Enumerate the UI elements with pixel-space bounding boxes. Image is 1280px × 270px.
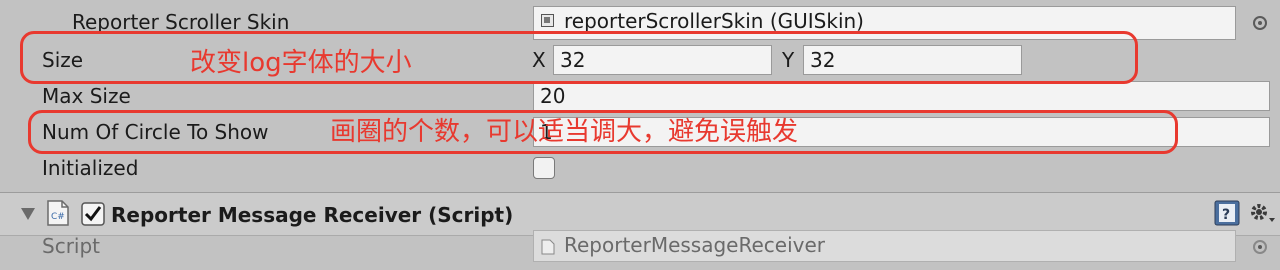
svg-text:C#: C#: [51, 212, 65, 222]
reporter-scroller-skin-value: reporterScrollerSkin (GUISkin): [564, 9, 864, 33]
script-picker-icon: [1253, 240, 1267, 254]
svg-text:?: ?: [1222, 207, 1230, 223]
initialized-checkbox[interactable]: [533, 157, 555, 179]
script-file-icon: [541, 239, 555, 255]
max-size-label: Max Size: [42, 84, 131, 108]
csharp-script-icon: C#: [47, 200, 69, 226]
object-picker-icon[interactable]: [1253, 16, 1267, 30]
script-field: ReporterMessageReceiver: [533, 230, 1236, 262]
component-enabled-checkbox[interactable]: [81, 202, 105, 226]
script-value: ReporterMessageReceiver: [564, 233, 826, 257]
foldout-triangle-icon[interactable]: [20, 207, 36, 221]
guiskin-icon: [541, 14, 554, 27]
script-label: Script: [42, 234, 101, 258]
size-annotation-text: 改变log字体的大小: [190, 48, 412, 78]
circle-annotation-text: 画圈的个数，可以适当调大，避免误触发: [330, 117, 799, 147]
settings-gear-icon[interactable]: [1248, 200, 1276, 226]
max-size-field[interactable]: 20: [533, 81, 1270, 111]
component-title: Reporter Message Receiver (Script): [111, 203, 514, 227]
help-book-icon[interactable]: ?: [1214, 200, 1240, 226]
size-annotation-box: [20, 31, 1138, 84]
initialized-label: Initialized: [42, 156, 139, 180]
